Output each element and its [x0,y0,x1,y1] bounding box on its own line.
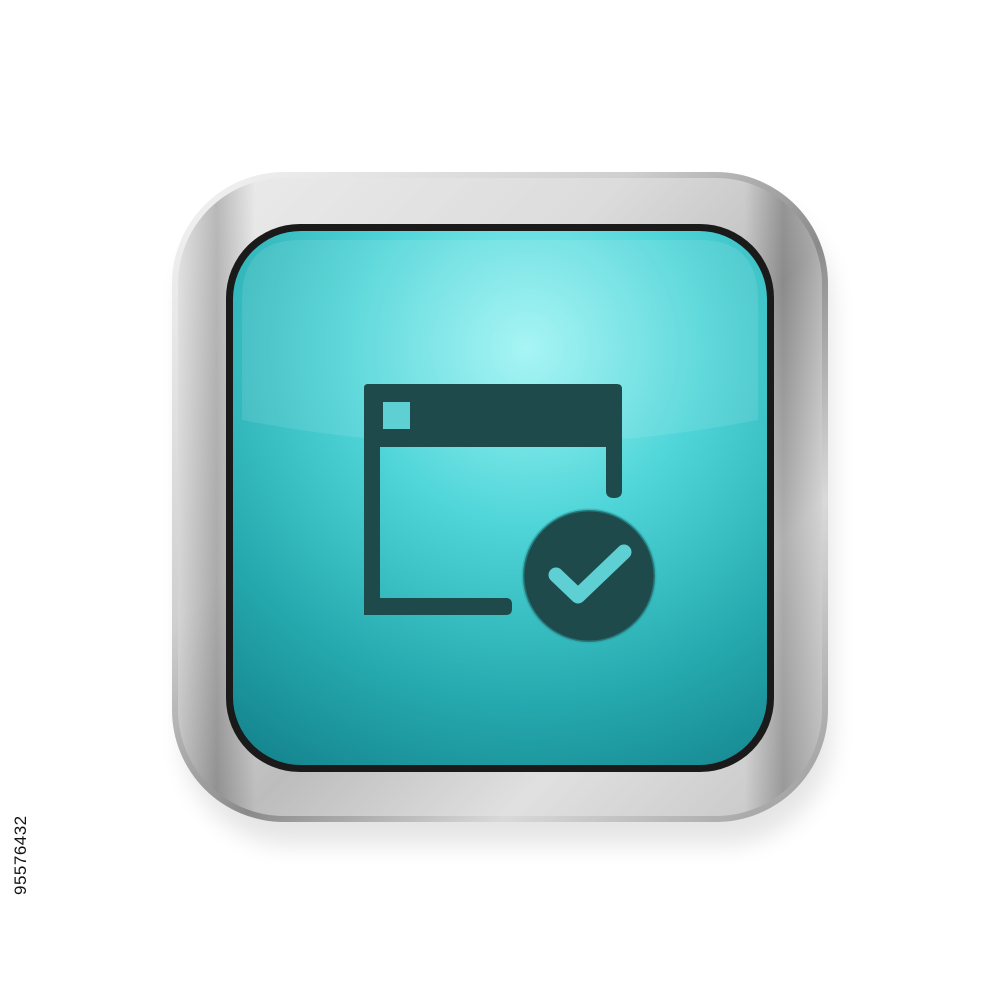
stage: 95576432 [0,0,1000,1000]
stock-id-label: 95576432 [11,815,30,895]
app-icon-artwork [172,172,832,845]
app-icon-button[interactable] [0,0,1000,1000]
